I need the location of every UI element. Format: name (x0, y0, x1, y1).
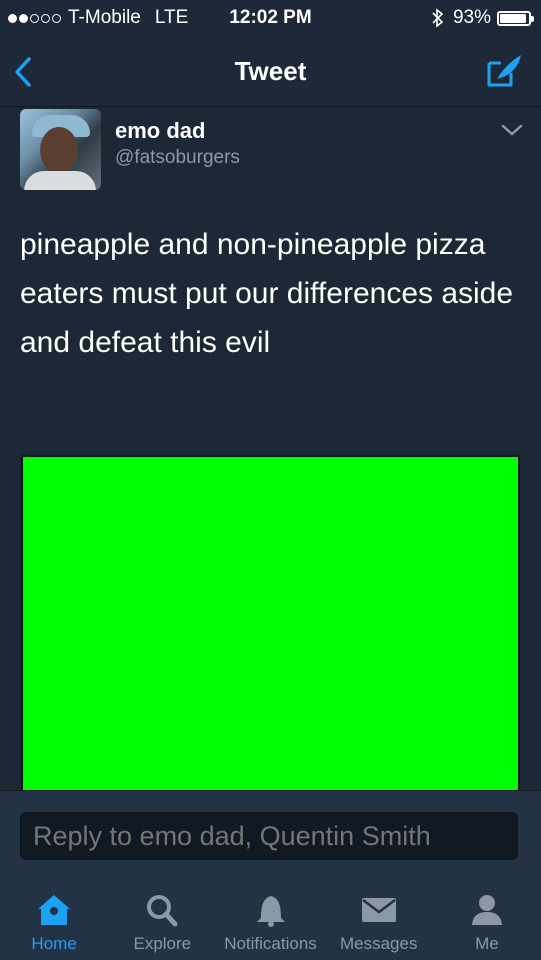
battery-icon (497, 10, 534, 26)
tab-home-label: Home (31, 934, 77, 953)
tab-notifications-label: Notifications (224, 934, 317, 953)
status-right: 93% (431, 7, 534, 29)
page-title: Tweet (234, 56, 307, 86)
tab-home[interactable]: Home (0, 876, 108, 960)
user-name[interactable]: emo dad (115, 118, 205, 144)
tab-explore-label: Explore (133, 934, 192, 953)
avatar[interactable] (20, 109, 101, 190)
reply-input[interactable] (20, 812, 518, 860)
tweet-text: pineapple and non-pineapple pizza eaters… (20, 228, 514, 359)
tab-bar: Home Explore Notifications Messages Me (0, 876, 541, 960)
person-icon (471, 895, 502, 925)
tab-me-label: Me (475, 934, 499, 953)
reply-bar (0, 790, 541, 877)
envelope-icon (361, 898, 396, 922)
tab-messages[interactable]: Messages (325, 876, 433, 960)
battery-fill (500, 13, 526, 23)
compose-tweet-button[interactable] (485, 51, 525, 91)
search-icon (147, 895, 178, 927)
tweet-header: emo dad @fatsoburgers (0, 107, 541, 197)
battery-percent: 93% (452, 7, 491, 28)
tab-messages-label: Messages (339, 934, 418, 953)
bell-icon (256, 896, 285, 927)
compose-tweet-icon (487, 55, 521, 87)
user-handle[interactable]: @fatsoburgers (115, 147, 240, 169)
nav-bar: Tweet (0, 36, 541, 107)
status-bar: T-Mobile LTE 12:02 PM 93% (0, 0, 541, 36)
tab-notifications[interactable]: Notifications (216, 876, 324, 960)
tab-explore[interactable]: Explore (108, 876, 216, 960)
tab-me[interactable]: Me (433, 876, 541, 960)
bluetooth-icon (432, 8, 444, 28)
chevron-down-icon[interactable] (501, 123, 523, 137)
home-icon (38, 895, 71, 925)
tweet-media-image[interactable] (21, 455, 520, 815)
